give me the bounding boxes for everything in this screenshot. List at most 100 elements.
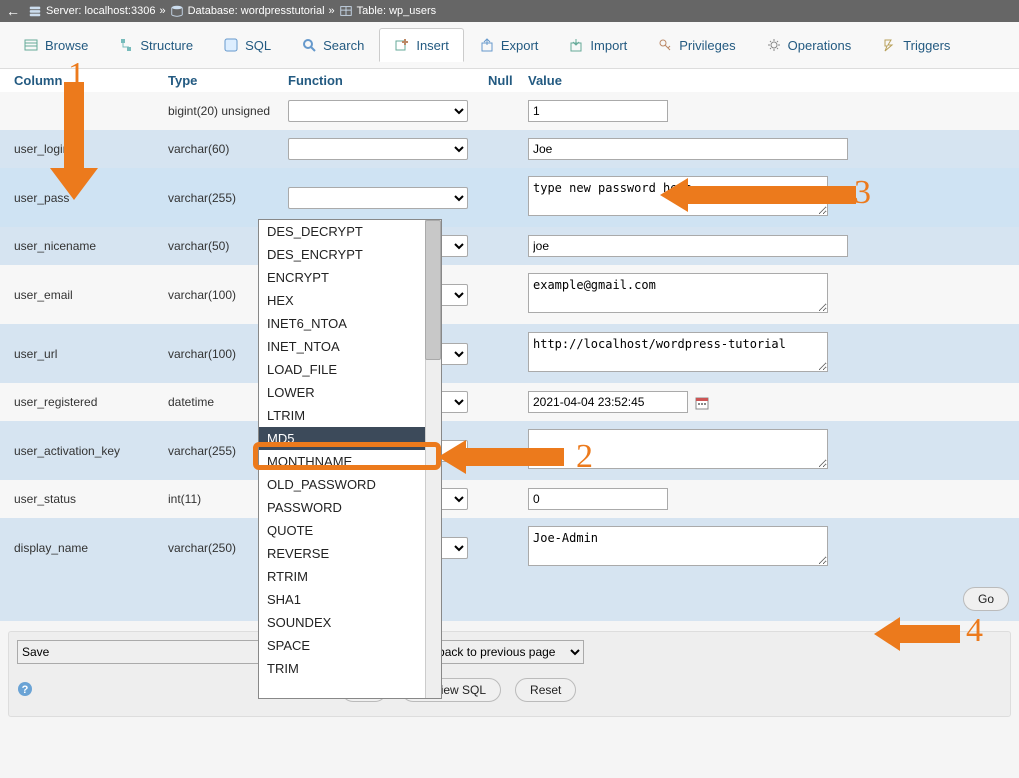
server-icon bbox=[28, 4, 42, 18]
value-textarea[interactable] bbox=[528, 176, 828, 216]
value-input[interactable] bbox=[528, 488, 668, 510]
tab-triggers[interactable]: Triggers bbox=[866, 28, 965, 62]
function-option[interactable]: RTRIM bbox=[259, 565, 441, 588]
tabs-bar: Browse Structure SQL SearchInsert Export Impo… bbox=[0, 22, 1019, 69]
function-option[interactable]: INET_NTOA bbox=[259, 335, 441, 358]
back-arrow-icon[interactable]: ← bbox=[6, 0, 20, 22]
function-option[interactable]: MD5 bbox=[259, 427, 441, 450]
tab-insert[interactable]: Insert bbox=[379, 28, 464, 62]
table-icon bbox=[339, 4, 353, 18]
scrollbar-thumb[interactable] bbox=[425, 220, 441, 360]
value-textarea[interactable] bbox=[528, 429, 828, 469]
crumb-server[interactable]: Server: localhost:3306 bbox=[46, 0, 155, 22]
function-option[interactable]: INET6_NTOA bbox=[259, 312, 441, 335]
cell-column: user_activation_key bbox=[8, 444, 168, 458]
cell-function bbox=[288, 187, 488, 209]
table-row: user_urlvarchar(100) bbox=[0, 324, 1019, 383]
function-option[interactable]: HEX bbox=[259, 289, 441, 312]
tab-label: Triggers bbox=[903, 38, 950, 53]
function-option[interactable]: LTRIM bbox=[259, 404, 441, 427]
column-headers: Column Type Function Null Value bbox=[0, 69, 1019, 92]
tab-browse[interactable]: Browse bbox=[8, 28, 103, 62]
privileges-icon bbox=[657, 37, 673, 53]
function-listbox[interactable]: DES_DECRYPTDES_ENCRYPTENCRYPTHEXINET6_NT… bbox=[258, 219, 442, 699]
reset-button[interactable]: Reset bbox=[515, 678, 576, 702]
go-button[interactable]: Go bbox=[963, 587, 1009, 611]
import-icon bbox=[568, 37, 584, 53]
browse-icon bbox=[23, 37, 39, 53]
function-select[interactable] bbox=[288, 100, 468, 122]
cell-value bbox=[528, 429, 1011, 472]
sql-icon bbox=[223, 37, 239, 53]
tab-import[interactable]: Import bbox=[553, 28, 642, 62]
scrollbar-track[interactable] bbox=[425, 220, 441, 698]
function-option[interactable]: DES_ENCRYPT bbox=[259, 243, 441, 266]
tab-label: Operations bbox=[788, 38, 852, 53]
function-option[interactable]: SOUNDEX bbox=[259, 611, 441, 634]
cell-value bbox=[528, 332, 1011, 375]
function-option[interactable]: SPACE bbox=[259, 634, 441, 657]
function-option[interactable]: PASSWORD bbox=[259, 496, 441, 519]
header-type: Type bbox=[168, 73, 288, 88]
cell-value bbox=[528, 138, 1011, 160]
help-icon[interactable]: ? bbox=[17, 681, 33, 700]
cell-value bbox=[528, 273, 1011, 316]
function-option[interactable]: ENCRYPT bbox=[259, 266, 441, 289]
crumb-sep: » bbox=[159, 0, 165, 22]
tab-privileges[interactable]: Privileges bbox=[642, 28, 750, 62]
cell-column: user_registered bbox=[8, 395, 168, 409]
function-option[interactable]: TRIM bbox=[259, 657, 441, 680]
value-textarea[interactable] bbox=[528, 332, 828, 372]
value-input[interactable] bbox=[528, 138, 848, 160]
value-input[interactable] bbox=[528, 235, 848, 257]
value-input[interactable] bbox=[528, 391, 688, 413]
table-row: user_loginvarchar(60) bbox=[0, 130, 1019, 168]
cell-value bbox=[528, 100, 1011, 122]
tab-operations[interactable]: Operations bbox=[751, 28, 867, 62]
function-select[interactable] bbox=[288, 138, 468, 160]
cell-column: display_name bbox=[8, 541, 168, 555]
crumb-table[interactable]: Table: wp_users bbox=[357, 0, 437, 22]
table-row: display_namevarchar(250) bbox=[0, 518, 1019, 577]
table-row: user_passvarchar(255) bbox=[0, 168, 1019, 227]
cell-value bbox=[528, 235, 1011, 257]
cell-column: user_pass bbox=[8, 191, 168, 205]
function-option[interactable]: REVERSE bbox=[259, 542, 441, 565]
search-icon bbox=[301, 37, 317, 53]
value-textarea[interactable] bbox=[528, 526, 828, 566]
function-option[interactable]: DES_DECRYPT bbox=[259, 220, 441, 243]
function-option[interactable]: QUOTE bbox=[259, 519, 441, 542]
go-row: Go bbox=[0, 577, 1019, 621]
crumb-sep: » bbox=[329, 0, 335, 22]
operations-icon bbox=[766, 37, 782, 53]
calendar-icon[interactable] bbox=[694, 395, 710, 411]
tab-label: Browse bbox=[45, 38, 88, 53]
crumb-database[interactable]: Database: wordpresstutorial bbox=[188, 0, 325, 22]
cell-column: user_login bbox=[8, 142, 168, 156]
header-function: Function bbox=[288, 73, 488, 88]
function-option[interactable]: LOWER bbox=[259, 381, 441, 404]
tab-label: SQL bbox=[245, 38, 271, 53]
function-option[interactable]: MONTHNAME bbox=[259, 450, 441, 473]
function-option[interactable]: SHA1 bbox=[259, 588, 441, 611]
tab-export[interactable]: Export bbox=[464, 28, 554, 62]
cell-column: user_status bbox=[8, 492, 168, 506]
cell-column: user_url bbox=[8, 347, 168, 361]
export-icon bbox=[479, 37, 495, 53]
header-null: Null bbox=[488, 73, 528, 88]
tab-sql[interactable]: SQL bbox=[208, 28, 286, 62]
cell-type: varchar(60) bbox=[168, 142, 288, 156]
header-column: Column bbox=[8, 73, 168, 88]
cell-value bbox=[528, 526, 1011, 569]
bottom-row-1: Save and then Go back to previous page bbox=[17, 640, 1002, 664]
function-option[interactable]: LOAD_FILE bbox=[259, 358, 441, 381]
function-select[interactable] bbox=[288, 187, 468, 209]
function-option[interactable]: OLD_PASSWORD bbox=[259, 473, 441, 496]
tab-label: Export bbox=[501, 38, 539, 53]
tab-label: Structure bbox=[140, 38, 193, 53]
triggers-icon bbox=[881, 37, 897, 53]
value-input[interactable] bbox=[528, 100, 668, 122]
tab-search[interactable]: Search bbox=[286, 28, 379, 62]
tab-structure[interactable]: Structure bbox=[103, 28, 208, 62]
value-textarea[interactable] bbox=[528, 273, 828, 313]
